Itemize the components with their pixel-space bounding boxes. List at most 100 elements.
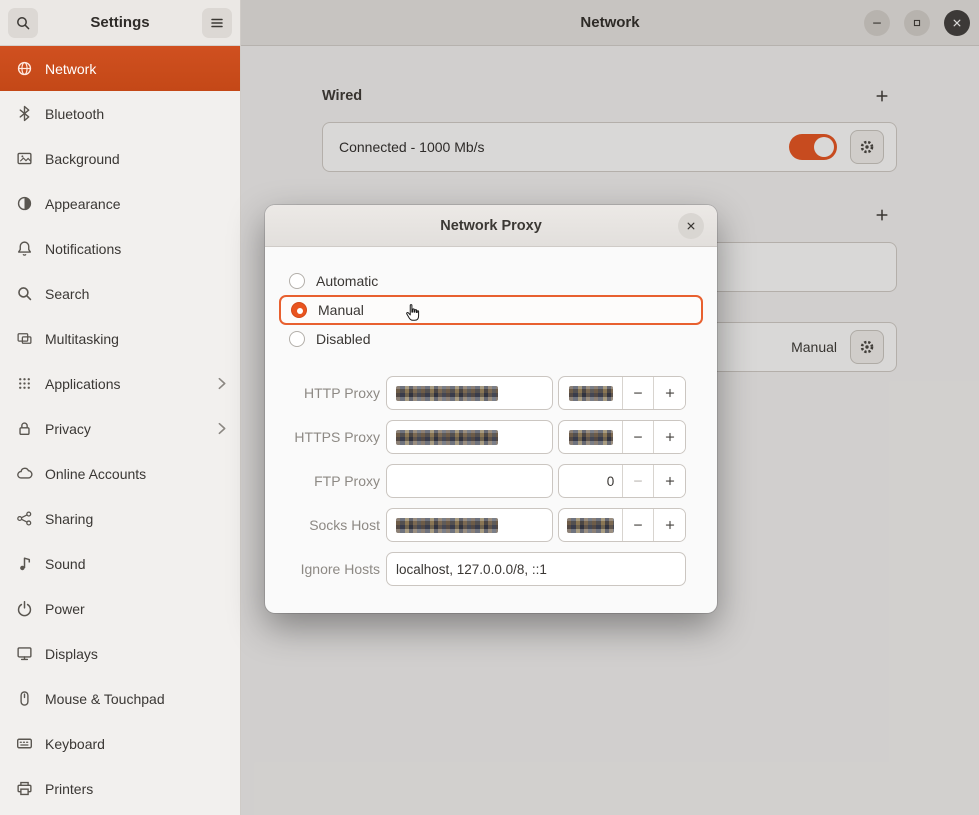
sidebar-item-background[interactable]: Background xyxy=(0,136,240,181)
socks-host-label: Socks Host xyxy=(281,517,380,533)
dialog-title: Network Proxy xyxy=(440,218,542,234)
search-button[interactable] xyxy=(8,8,38,38)
proxy-option-disabled[interactable]: Disabled xyxy=(279,325,703,353)
minus-icon xyxy=(632,387,644,399)
hamburger-icon xyxy=(209,15,225,31)
share-nodes-icon xyxy=(16,510,33,527)
ftp-proxy-input[interactable] xyxy=(386,464,553,498)
power-icon xyxy=(16,600,33,617)
sidebar-titlebar: Settings xyxy=(0,0,241,46)
decrement-button[interactable] xyxy=(623,465,654,497)
sidebar-item-label: Privacy xyxy=(45,421,91,437)
increment-button[interactable] xyxy=(654,465,685,497)
sidebar-item-network[interactable]: Network xyxy=(0,46,240,91)
proxy-mode-options: Automatic Manual Disabled xyxy=(265,267,717,353)
decrement-button[interactable] xyxy=(623,377,654,409)
ignore-hosts-field xyxy=(386,552,686,586)
increment-button[interactable] xyxy=(654,509,685,541)
sidebar-item-label: Search xyxy=(45,286,89,302)
sidebar-item-notifications[interactable]: Notifications xyxy=(0,226,240,271)
sidebar-item-printers[interactable]: Printers xyxy=(0,766,240,811)
sidebar-item-search[interactable]: Search xyxy=(0,271,240,316)
socks-port-spinbutton xyxy=(558,508,686,542)
decrement-button[interactable] xyxy=(623,421,654,453)
http-port-value[interactable] xyxy=(559,377,623,409)
bell-icon xyxy=(16,240,33,257)
redacted-value xyxy=(396,430,498,445)
socks-host-input[interactable] xyxy=(386,508,553,542)
dialog-header: Network Proxy xyxy=(265,205,717,247)
cloud-icon xyxy=(16,465,33,482)
https-proxy-label: HTTPS Proxy xyxy=(281,429,380,445)
sidebar-item-keyboard[interactable]: Keyboard xyxy=(0,721,240,766)
printer-icon xyxy=(16,780,33,797)
http-proxy-row: HTTP Proxy xyxy=(281,376,686,410)
minus-icon xyxy=(632,431,644,443)
sidebar-item-label: Displays xyxy=(45,646,98,662)
sidebar-item-label: Sound xyxy=(45,556,85,572)
menu-button[interactable] xyxy=(202,8,232,38)
sidebar-item-label: Online Accounts xyxy=(45,466,146,482)
ftp-port-spinbutton: 0 xyxy=(558,464,686,498)
sidebar-item-label: Power xyxy=(45,601,85,617)
sidebar-item-label: Network xyxy=(45,61,96,77)
sidebar-item-privacy[interactable]: Privacy xyxy=(0,406,240,451)
sidebar-item-label: Sharing xyxy=(45,511,93,527)
sidebar-item-label: Applications xyxy=(45,376,121,392)
sidebar-item-label: Background xyxy=(45,151,120,167)
proxy-option-manual[interactable]: Manual xyxy=(279,295,703,325)
keyboard-icon xyxy=(16,735,33,752)
ftp-proxy-label: FTP Proxy xyxy=(281,473,380,489)
https-port-spinbutton xyxy=(558,420,686,454)
sidebar-item-sound[interactable]: Sound xyxy=(0,541,240,586)
plus-icon xyxy=(664,519,676,531)
proxy-option-automatic[interactable]: Automatic xyxy=(279,267,703,295)
increment-button[interactable] xyxy=(654,377,685,409)
ignore-hosts-input[interactable] xyxy=(396,562,676,577)
plus-icon xyxy=(664,387,676,399)
option-label: Disabled xyxy=(316,331,370,347)
sidebar-item-appearance[interactable]: Appearance xyxy=(0,181,240,226)
http-proxy-label: HTTP Proxy xyxy=(281,385,380,401)
app-grid-icon xyxy=(16,375,33,392)
ftp-port-value[interactable]: 0 xyxy=(559,465,623,497)
radio-disabled xyxy=(289,331,305,347)
radio-manual-selected xyxy=(291,302,307,318)
sidebar-item-label: Bluetooth xyxy=(45,106,104,122)
sidebar-item-mouse-touchpad[interactable]: Mouse & Touchpad xyxy=(0,676,240,721)
option-label: Automatic xyxy=(316,273,378,289)
sidebar-item-label: Printers xyxy=(45,781,93,797)
sidebar-item-applications[interactable]: Applications xyxy=(0,361,240,406)
http-proxy-input[interactable] xyxy=(386,376,553,410)
sidebar-item-power[interactable]: Power xyxy=(0,586,240,631)
network-icon xyxy=(16,60,33,77)
lock-icon xyxy=(16,420,33,437)
redacted-value xyxy=(569,386,613,401)
windows-icon xyxy=(16,330,33,347)
proxy-form: HTTP Proxy HTTPS Proxy xyxy=(265,376,717,586)
decrement-button[interactable] xyxy=(623,509,654,541)
increment-button[interactable] xyxy=(654,421,685,453)
socks-port-value[interactable] xyxy=(559,509,623,541)
sidebar-item-bluetooth[interactable]: Bluetooth xyxy=(0,91,240,136)
option-label: Manual xyxy=(318,302,364,318)
ignore-hosts-row: Ignore Hosts xyxy=(281,552,686,586)
radio-automatic xyxy=(289,273,305,289)
magnifier-icon xyxy=(16,285,33,302)
monitor-icon xyxy=(16,645,33,662)
redacted-value xyxy=(396,386,498,401)
sidebar-item-sharing[interactable]: Sharing xyxy=(0,496,240,541)
picture-icon xyxy=(16,150,33,167)
sidebar-item-displays[interactable]: Displays xyxy=(0,631,240,676)
settings-window: Settings Network Network Bluetooth Backg… xyxy=(0,0,979,815)
ftp-proxy-row: FTP Proxy 0 xyxy=(281,464,686,498)
socks-host-row: Socks Host xyxy=(281,508,686,542)
https-port-value[interactable] xyxy=(559,421,623,453)
sidebar-item-label: Appearance xyxy=(45,196,121,212)
sidebar-item-multitasking[interactable]: Multitasking xyxy=(0,316,240,361)
sidebar-item-online-accounts[interactable]: Online Accounts xyxy=(0,451,240,496)
https-proxy-input[interactable] xyxy=(386,420,553,454)
dialog-close-button[interactable] xyxy=(678,213,704,239)
plus-icon xyxy=(664,475,676,487)
port-number: 0 xyxy=(607,474,615,489)
